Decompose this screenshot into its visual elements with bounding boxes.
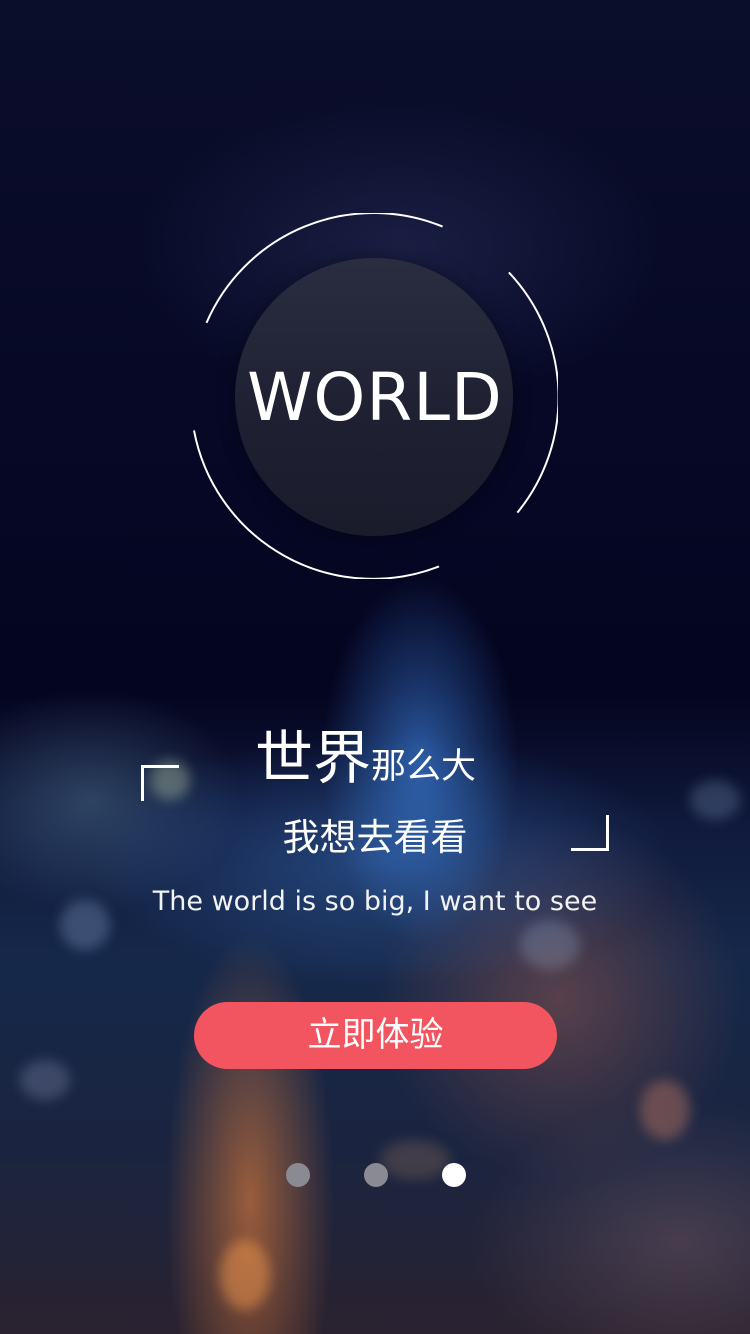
page-indicator [286, 1163, 466, 1187]
slogan-line-1: 世界那么大 [255, 722, 476, 809]
background-light [640, 1080, 690, 1140]
background-light [20, 1060, 70, 1100]
page-dot-3[interactable] [442, 1163, 466, 1187]
bracket-top-left-icon [141, 765, 179, 801]
slogan-line-2: 我想去看看 [282, 816, 468, 859]
page-dot-2[interactable] [364, 1163, 388, 1187]
slogan-highlight: 世界 [255, 724, 372, 792]
logo-text: WORLD [247, 359, 503, 436]
world-logo: WORLD [192, 213, 558, 579]
slogan-english: The world is so big, I want to see [152, 886, 598, 917]
background-light [220, 1240, 270, 1310]
page-dot-1[interactable] [286, 1163, 310, 1187]
slogan-rest: 那么大 [371, 747, 477, 787]
background-light [520, 920, 580, 970]
try-now-button[interactable]: 立即体验 [194, 1002, 557, 1069]
onboarding-screen: WORLD 世界那么大 我想去看看 The world is so big, I… [0, 0, 750, 1334]
